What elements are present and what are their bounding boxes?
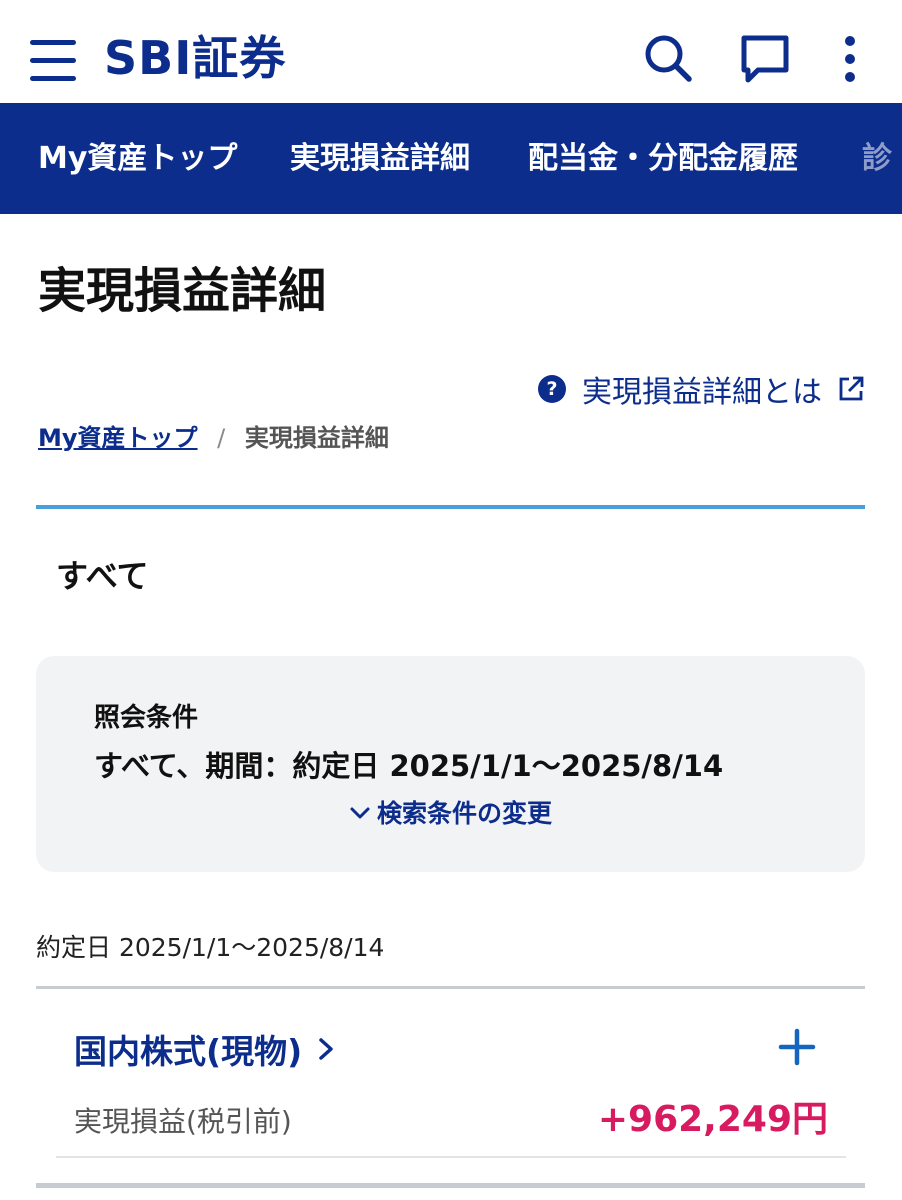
chevron-right-icon	[319, 1038, 333, 1060]
breadcrumb: My資産トップ / 実現損益詳細	[38, 420, 389, 456]
breadcrumb-current: 実現損益詳細	[244, 424, 389, 452]
question-icon: ?	[538, 375, 566, 403]
help-link[interactable]: ? 実現損益詳細とは	[538, 366, 866, 412]
menu-icon[interactable]	[30, 40, 76, 82]
tab-realized-pl[interactable]: 実現損益詳細	[290, 103, 470, 214]
divider	[56, 1156, 846, 1158]
divider	[36, 986, 865, 989]
help-link-label: 実現損益詳細とは	[582, 375, 822, 410]
tab-dividend-history[interactable]: 配当金・分配金履歴	[528, 103, 798, 214]
page-title: 実現損益詳細	[38, 263, 327, 319]
app-header: SBI証券	[0, 0, 902, 103]
search-icon[interactable]	[640, 30, 696, 86]
change-conditions-button[interactable]: 検索条件の変更	[36, 796, 865, 832]
realized-pl-value: +962,249円	[597, 1099, 828, 1140]
chevron-down-icon	[350, 807, 370, 819]
realized-pl-label: 実現損益(税引前)	[74, 1105, 292, 1138]
more-vertical-icon[interactable]	[822, 30, 878, 86]
nav-tabs: My資産トップ 実現損益詳細 配当金・分配金履歴 診	[0, 103, 902, 214]
expand-plus-icon[interactable]	[774, 1024, 820, 1070]
period-label: 約定日 2025/1/1〜2025/8/14	[36, 933, 385, 962]
change-conditions-label: 検索条件の変更	[376, 799, 552, 828]
chat-icon[interactable]	[736, 30, 792, 86]
logo[interactable]: SBI証券	[104, 30, 286, 86]
category-link-domestic-stocks[interactable]: 国内株式(現物)	[74, 1024, 338, 1074]
conditions-value: すべて、期間：約定日 2025/1/1〜2025/8/14	[94, 749, 724, 783]
external-link-icon	[839, 376, 864, 401]
category-name: 国内株式(現物)	[74, 1032, 303, 1071]
tab-diagnosis[interactable]: 診	[862, 103, 892, 214]
breadcrumb-home[interactable]: My資産トップ	[38, 424, 198, 452]
divider	[36, 1183, 865, 1188]
section-label: すべて	[56, 557, 149, 595]
divider	[36, 505, 865, 509]
search-conditions-panel: 照会条件 すべて、期間：約定日 2025/1/1〜2025/8/14 検索条件の…	[36, 656, 865, 872]
breadcrumb-separator: /	[217, 424, 226, 452]
conditions-title: 照会条件	[94, 703, 199, 733]
tab-my-assets[interactable]: My資産トップ	[38, 103, 237, 214]
